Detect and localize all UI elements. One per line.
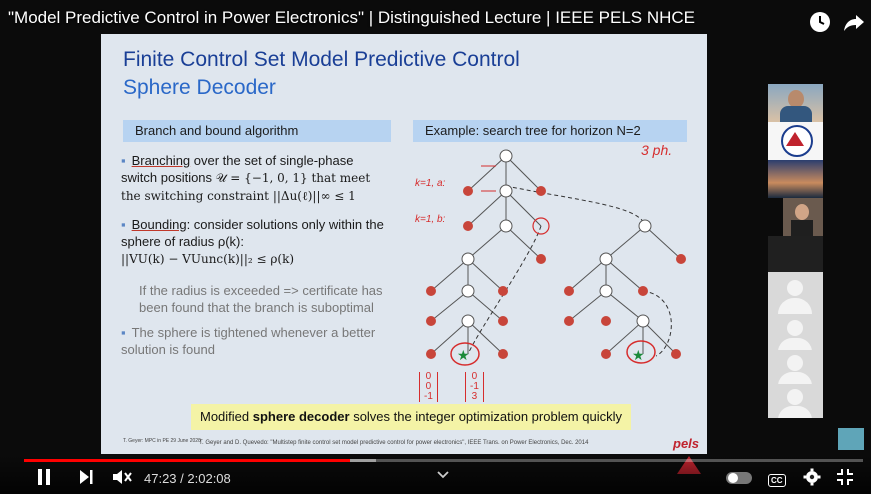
clock-icon[interactable] <box>808 10 832 34</box>
pruned-node-icons <box>426 186 686 359</box>
bullet-text: The sphere is tightened whenever a bette… <box>121 325 376 357</box>
vector-entry: 3 <box>471 391 478 402</box>
participant-tile-avatar[interactable] <box>768 350 823 384</box>
time-display: 47:23 / 2:02:08 <box>144 471 231 486</box>
search-tree-diagram: ★ ★ <box>426 149 686 366</box>
bullet-lead: Branching <box>131 153 191 168</box>
duration: 2:02:08 <box>187 471 231 486</box>
presentation-slide: Finite Control Set Model Predictive Cont… <box>101 34 707 474</box>
share-icon[interactable] <box>842 10 866 34</box>
slide-footer-citation: T. Geyer and D. Quevedo: "Multistep fini… <box>199 440 589 446</box>
progress-played <box>24 459 350 462</box>
cc-icon[interactable]: CC <box>768 470 786 488</box>
bullet-branching: ▪ Branching over the set of single-phase … <box>121 153 371 203</box>
video-player[interactable]: Finite Control Set Model Predictive Cont… <box>0 0 871 494</box>
gear-icon[interactable] <box>803 468 821 486</box>
vector-entry: -1 <box>424 391 433 402</box>
mute-icon[interactable] <box>111 468 133 486</box>
handwritten-phase: 3 ph. <box>641 142 673 158</box>
banner-text: Modified <box>200 409 253 424</box>
participant-tile-landscape[interactable] <box>768 160 823 198</box>
participant-tile-presenter[interactable] <box>768 84 823 122</box>
fullscreen-exit-icon[interactable] <box>836 468 854 486</box>
bullet-bounding: ▪ Bounding: consider solutions only withi… <box>121 217 384 266</box>
toggle-knob <box>728 473 738 483</box>
left-pane-header: Branch and bound algorithm <box>123 120 391 142</box>
progress-bar[interactable] <box>24 459 863 462</box>
pels-logo: pels <box>673 436 700 451</box>
slide-title: Finite Control Set Model Predictive Cont… <box>123 48 520 71</box>
channel-watermark-icon[interactable] <box>838 428 864 450</box>
tree-dashed-paths <box>467 185 672 357</box>
participant-tile-avatar[interactable] <box>768 314 823 350</box>
handwritten-k-a: k=1, a: <box>415 178 446 189</box>
star-icon: ★ <box>457 347 470 363</box>
chevron-down-icon[interactable] <box>436 470 450 480</box>
bullet-note: If the radius is exceeded => certificate… <box>139 283 383 315</box>
slide-subtitle: Sphere Decoder <box>123 76 276 99</box>
handwritten-vector-1: 0 0 -1 <box>419 372 438 402</box>
bullet-math: ||VU(k) − VUunc(k)||₂ ≤ ρ(k) <box>121 252 295 266</box>
summary-banner: Modified sphere decoder solves the integ… <box>191 404 631 430</box>
video-title[interactable]: "Model Predictive Control in Power Elect… <box>8 8 708 28</box>
next-icon[interactable] <box>78 468 94 486</box>
participant-tile-logo[interactable] <box>768 122 823 160</box>
star-icon: ★ <box>632 347 645 363</box>
handwritten-k-b: k=1, b: <box>415 214 446 225</box>
annotation-mark <box>481 165 496 192</box>
bullet-lead: Bounding <box>131 217 187 232</box>
autoplay-toggle[interactable] <box>726 472 752 484</box>
participant-tile-avatar[interactable] <box>768 272 823 314</box>
banner-bold: sphere decoder <box>252 409 350 424</box>
right-pane-header: Example: search tree for horizon N=2 <box>413 120 687 142</box>
slide-footer-author: T. Geyer: MPC in PE 29 June 2020 <box>123 438 201 444</box>
tree-nodes <box>461 149 652 328</box>
pause-icon[interactable] <box>36 468 52 486</box>
participant-tile-avatar[interactable] <box>768 384 823 418</box>
current-time: 47:23 <box>144 471 177 486</box>
banner-text: solves the integer optimization problem … <box>349 409 622 424</box>
bullet-tightening: ▪ The sphere is tightened whenever a bett… <box>121 325 376 357</box>
handwritten-vector-2: 0 -1 3 <box>465 372 484 402</box>
participant-tile-dark[interactable] <box>768 236 823 274</box>
participant-tile-person[interactable] <box>783 198 823 236</box>
